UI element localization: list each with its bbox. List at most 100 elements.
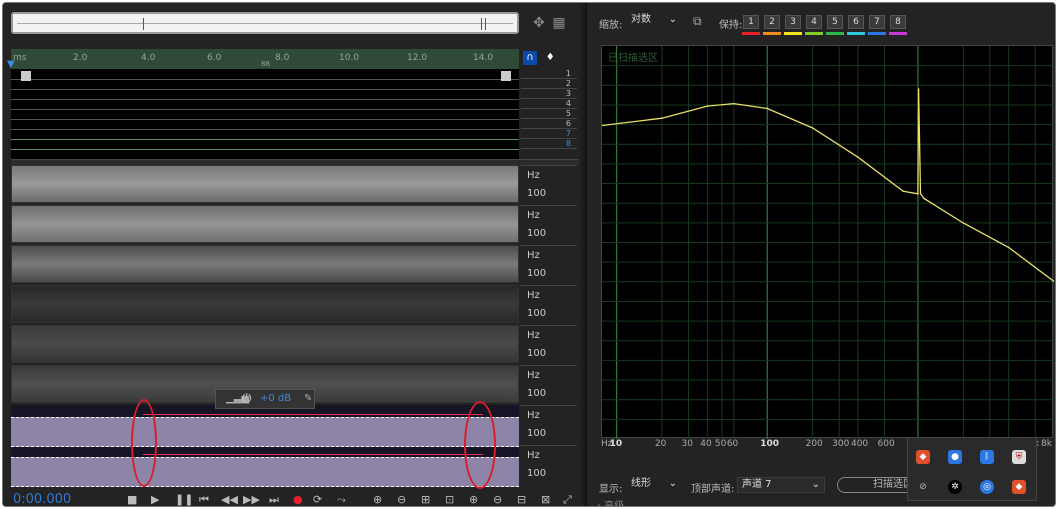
- time-ruler[interactable]: ms 2.0 4.0 6.0 8.0 10.0 12.0 14.0 88 ▼: [7, 49, 519, 70]
- hold-button-5[interactable]: 5: [827, 15, 843, 29]
- stop-icon[interactable]: ■: [127, 493, 137, 506]
- axis-tick: 100: [527, 228, 547, 239]
- browser-icon[interactable]: ◎: [980, 480, 994, 494]
- selection-channel-8[interactable]: [11, 457, 519, 487]
- wifi-off-icon[interactable]: ⊘: [916, 480, 930, 494]
- spectral-channel-3[interactable]: [11, 245, 519, 283]
- display-dropdown[interactable]: 线形 ⌄: [627, 477, 679, 493]
- forward-icon[interactable]: ▶▶: [243, 493, 260, 506]
- zoom-in-icon[interactable]: ⊕: [469, 493, 478, 506]
- pin-icon[interactable]: ✎: [304, 393, 312, 404]
- zoom-in-icon[interactable]: ⊕: [373, 493, 382, 506]
- fade-out-handle-icon[interactable]: [501, 71, 511, 81]
- channel-number[interactable]: 8: [521, 139, 577, 149]
- channel-number[interactable]: 4: [521, 99, 577, 109]
- x-tick-label: 400: [850, 439, 869, 449]
- app2-icon[interactable]: ◆: [1012, 480, 1026, 494]
- x-tick-label: 50: [714, 439, 727, 449]
- advanced-toggle[interactable]: › 高级: [597, 497, 625, 507]
- pause-icon[interactable]: ❚❚: [175, 493, 193, 506]
- ruler-tick: 4.0: [141, 53, 156, 63]
- spectrum-point: [919, 192, 922, 195]
- analysis-toolbar: 缩放: 对数 ⌄ ⧉ 保持: 1 2 3 4 5 6 7 8: [587, 3, 1055, 39]
- axis-tick: 100: [527, 348, 547, 359]
- x-tick-label: 8k: [1041, 439, 1052, 449]
- rewind-icon[interactable]: ◀◀: [221, 493, 238, 506]
- hold-button-8[interactable]: 8: [890, 15, 906, 29]
- zoom-sel-icon[interactable]: ⊡: [445, 493, 454, 506]
- app-icon[interactable]: ◆: [916, 450, 930, 464]
- go-start-icon[interactable]: ⏮: [199, 493, 209, 506]
- gain-knob-icon[interactable]: ⏻: [242, 391, 252, 406]
- bluetooth-icon[interactable]: ᛒ: [980, 450, 994, 464]
- play-icon[interactable]: ▶: [151, 493, 159, 506]
- ruler-buttons: ∩ ♦: [523, 51, 560, 65]
- zoom-out-icon[interactable]: ⊖: [493, 493, 502, 506]
- hold-button-2[interactable]: 2: [764, 15, 780, 29]
- hold-button-1[interactable]: 1: [743, 15, 759, 29]
- ruler-marker: 88: [261, 60, 270, 68]
- channel-lanes[interactable]: [11, 69, 519, 159]
- hold-button-3[interactable]: 3: [785, 15, 801, 29]
- hold-button-6[interactable]: 6: [848, 15, 864, 29]
- snap-icon[interactable]: ∩: [523, 51, 537, 65]
- shield-icon[interactable]: ⛨: [1012, 450, 1026, 464]
- spectrum-point: [857, 156, 859, 159]
- zoom-icon[interactable]: ✥: [531, 15, 547, 31]
- overview-bar[interactable]: [11, 12, 519, 34]
- timecode[interactable]: 0:00.000: [13, 492, 71, 506]
- pin-icon[interactable]: ♦: [543, 51, 557, 65]
- chat-icon[interactable]: ●: [948, 450, 962, 464]
- spectral-channel-2[interactable]: [11, 205, 519, 243]
- app-window: ✥ ▦ ms 2.0 4.0 6.0 8.0 10.0 12.0 14.0 88…: [2, 2, 1056, 507]
- gain-value[interactable]: +0 dB: [260, 393, 291, 404]
- copy-icon[interactable]: ⧉: [693, 14, 702, 29]
- zoom-fit-icon[interactable]: ⊟: [517, 493, 526, 506]
- top-channel-dropdown[interactable]: 声道 7 ⌄: [737, 477, 825, 493]
- spectral-axis: Hz 100: [521, 325, 577, 365]
- frequency-plot[interactable]: 已扫描选区: [601, 45, 1054, 439]
- zoom-wave-icon[interactable]: ⊠: [541, 493, 550, 506]
- channel-number[interactable]: 3: [521, 89, 577, 99]
- scale-dropdown[interactable]: 对数 ⌄: [627, 13, 679, 29]
- display-value: 线形: [631, 478, 651, 489]
- record-icon[interactable]: ●: [293, 493, 303, 506]
- hold-button-4[interactable]: 4: [806, 15, 822, 29]
- hold-color-1: [742, 32, 760, 35]
- hold-color-4: [805, 32, 823, 35]
- spectral-channel-1[interactable]: [11, 165, 519, 203]
- axis-tick: 100: [527, 268, 547, 279]
- highlight-oval-left: [131, 399, 157, 487]
- axis-tick: 100: [527, 388, 547, 399]
- go-end-icon[interactable]: ⏭: [269, 493, 279, 506]
- channel-number[interactable]: 1: [521, 69, 577, 79]
- channel-number[interactable]: 5: [521, 109, 577, 119]
- hold-button-7[interactable]: 7: [869, 15, 885, 29]
- spectral-channel-4[interactable]: [11, 285, 519, 323]
- axis-tick: 100: [527, 188, 547, 199]
- transport-bar: 0:00.000 ■ ▶ ❚❚ ⏮ ◀◀ ▶▶ ⏭ ● ⟳ ⤳ ⊕ ⊖ ⊞ ⊡ …: [3, 491, 581, 506]
- chevron-down-icon: ⌄: [668, 478, 677, 489]
- loop-icon[interactable]: ⟳: [313, 493, 322, 506]
- hold-color-8: [889, 32, 907, 35]
- panel-icon[interactable]: ▦: [551, 15, 567, 31]
- sound-icon[interactable]: ✲: [948, 480, 962, 494]
- zoom-full-icon[interactable]: ⊞: [421, 493, 430, 506]
- skip-icon[interactable]: ⤳: [337, 493, 346, 506]
- spectral-axis: Hz 100: [521, 445, 577, 485]
- advanced-label: 高级: [604, 501, 625, 507]
- channel-number[interactable]: 7: [521, 129, 577, 139]
- selection-channel-7[interactable]: [11, 417, 519, 447]
- x-tick-label: 600: [877, 439, 895, 449]
- spectrum-point: [962, 222, 965, 224]
- spectral-channel-5[interactable]: [11, 325, 519, 363]
- fade-in-handle-icon[interactable]: [21, 71, 31, 81]
- spectral-axis: Hz 100: [521, 165, 577, 205]
- channel-number[interactable]: 6: [521, 119, 577, 129]
- channel-number[interactable]: 2: [521, 79, 577, 89]
- spectrum-point: [733, 102, 735, 105]
- zoom-out-icon[interactable]: ⊖: [397, 493, 406, 506]
- spectrum-point: [811, 127, 814, 129]
- zoom-reset-icon[interactable]: ⤢: [563, 493, 572, 506]
- ruler-tick: 6.0: [207, 53, 222, 63]
